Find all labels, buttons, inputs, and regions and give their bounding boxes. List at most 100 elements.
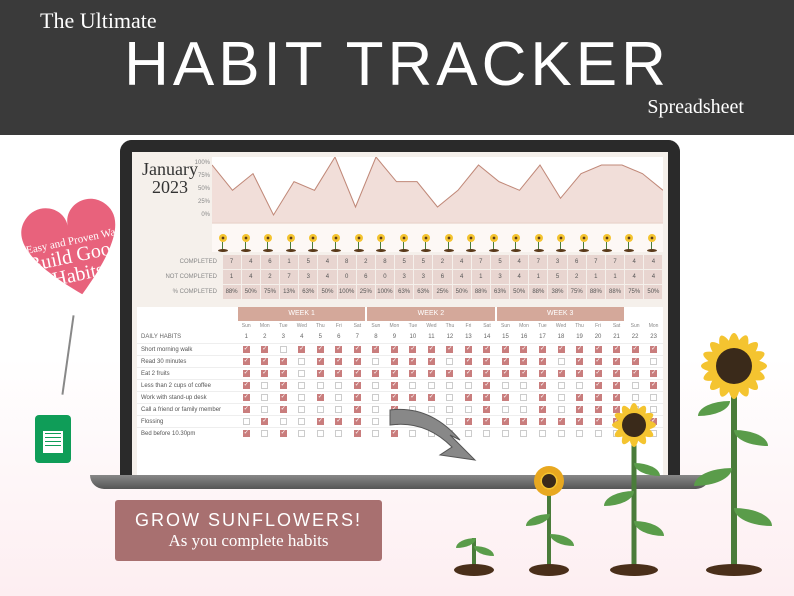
habit-checkbox[interactable] <box>348 416 367 427</box>
grow-banner: GROW SUNFLOWERS! As you complete habits <box>115 500 382 561</box>
mini-sunflower-icon <box>307 234 319 252</box>
stats-table: COMPLETED74615482855247547367744NOT COMP… <box>137 254 663 299</box>
habit-checkbox[interactable] <box>348 368 367 379</box>
habit-checkbox[interactable] <box>311 356 330 367</box>
habit-checkbox[interactable] <box>293 392 312 403</box>
grow-line1: GROW SUNFLOWERS! <box>135 510 362 531</box>
mini-sunflower-icon <box>601 234 613 252</box>
habit-checkbox[interactable] <box>274 428 293 439</box>
habit-checkbox[interactable] <box>311 344 330 355</box>
habit-checkbox[interactable] <box>256 356 275 367</box>
habit-checkbox[interactable] <box>256 392 275 403</box>
sunflower-medium <box>604 401 664 576</box>
habit-checkbox[interactable] <box>348 392 367 403</box>
sunflower-large <box>694 331 774 576</box>
main-title: HABIT TRACKER <box>30 34 764 96</box>
habit-checkbox[interactable] <box>311 368 330 379</box>
habit-checkbox[interactable] <box>274 368 293 379</box>
flower-row <box>212 224 663 252</box>
habit-checkbox[interactable] <box>404 356 423 367</box>
habit-checkbox[interactable] <box>385 356 404 367</box>
month-label: January2023 <box>142 160 198 196</box>
habit-checkbox[interactable] <box>293 380 312 391</box>
habit-checkbox[interactable] <box>274 404 293 415</box>
mini-sunflower-icon <box>375 234 387 252</box>
chart-y-axis: 100%75%50%25%0% <box>192 157 210 222</box>
habit-checkbox[interactable] <box>404 368 423 379</box>
habit-checkbox[interactable] <box>330 404 349 415</box>
habit-checkbox[interactable] <box>404 380 423 391</box>
habit-checkbox[interactable] <box>367 380 386 391</box>
habit-checkbox[interactable] <box>385 344 404 355</box>
habit-checkbox[interactable] <box>274 416 293 427</box>
habit-checkbox[interactable] <box>237 428 256 439</box>
habit-checkbox[interactable] <box>367 368 386 379</box>
mini-sunflower-icon <box>578 234 590 252</box>
habit-checkbox[interactable] <box>348 404 367 415</box>
habit-checkbox[interactable] <box>311 392 330 403</box>
mini-sunflower-icon <box>353 234 365 252</box>
habit-checkbox[interactable] <box>422 356 441 367</box>
habit-checkbox[interactable] <box>422 344 441 355</box>
habit-checkbox[interactable] <box>274 380 293 391</box>
habit-checkbox[interactable] <box>237 344 256 355</box>
mini-sunflower-icon <box>285 234 297 252</box>
habit-checkbox[interactable] <box>256 428 275 439</box>
habit-checkbox[interactable] <box>348 428 367 439</box>
habit-checkbox[interactable] <box>293 428 312 439</box>
habit-checkbox[interactable] <box>274 392 293 403</box>
habit-checkbox[interactable] <box>256 368 275 379</box>
habit-checkbox[interactable] <box>293 416 312 427</box>
habit-checkbox[interactable] <box>293 344 312 355</box>
heart-shape: An Easy and Proven Way to Build Good Hab… <box>0 182 157 338</box>
habit-checkbox[interactable] <box>348 380 367 391</box>
habit-checkbox[interactable] <box>404 344 423 355</box>
habit-checkbox[interactable] <box>256 416 275 427</box>
mini-sunflower-icon <box>330 234 342 252</box>
habit-checkbox[interactable] <box>330 428 349 439</box>
mini-sunflower-icon <box>420 234 432 252</box>
habit-checkbox[interactable] <box>348 356 367 367</box>
habit-checkbox[interactable] <box>311 416 330 427</box>
habit-checkbox[interactable] <box>330 344 349 355</box>
habit-checkbox[interactable] <box>385 380 404 391</box>
heart-balloon: An Easy and Proven Way to Build Good Hab… <box>5 195 160 350</box>
habit-checkbox[interactable] <box>237 392 256 403</box>
mini-sunflower-icon <box>533 234 545 252</box>
mini-sunflower-icon <box>262 234 274 252</box>
habit-checkbox[interactable] <box>422 368 441 379</box>
mini-sunflower-icon <box>510 234 522 252</box>
mini-sunflower-icon <box>555 234 567 252</box>
habit-checkbox[interactable] <box>293 404 312 415</box>
habit-checkbox[interactable] <box>422 380 441 391</box>
habit-checkbox[interactable] <box>237 404 256 415</box>
habit-checkbox[interactable] <box>274 356 293 367</box>
habit-checkbox[interactable] <box>237 416 256 427</box>
habit-checkbox[interactable] <box>330 368 349 379</box>
habit-checkbox[interactable] <box>385 368 404 379</box>
habit-checkbox[interactable] <box>367 356 386 367</box>
habit-checkbox[interactable] <box>311 428 330 439</box>
habit-checkbox[interactable] <box>330 416 349 427</box>
habit-checkbox[interactable] <box>330 392 349 403</box>
habit-checkbox[interactable] <box>237 356 256 367</box>
habit-checkbox[interactable] <box>256 344 275 355</box>
habit-checkbox[interactable] <box>330 356 349 367</box>
habit-checkbox[interactable] <box>348 344 367 355</box>
habit-checkbox[interactable] <box>237 380 256 391</box>
completion-chart <box>212 157 663 222</box>
habit-checkbox[interactable] <box>256 404 275 415</box>
habit-checkbox[interactable] <box>256 380 275 391</box>
habit-checkbox[interactable] <box>311 404 330 415</box>
mini-sunflower-icon <box>217 234 229 252</box>
habit-checkbox[interactable] <box>330 380 349 391</box>
habit-checkbox[interactable] <box>274 344 293 355</box>
habit-checkbox[interactable] <box>367 344 386 355</box>
habit-checkbox[interactable] <box>293 368 312 379</box>
sunflower-small <box>524 466 574 576</box>
habit-checkbox[interactable] <box>237 368 256 379</box>
habit-checkbox[interactable] <box>311 380 330 391</box>
mini-sunflower-icon <box>646 234 658 252</box>
mini-sunflower-icon <box>623 234 635 252</box>
habit-checkbox[interactable] <box>293 356 312 367</box>
